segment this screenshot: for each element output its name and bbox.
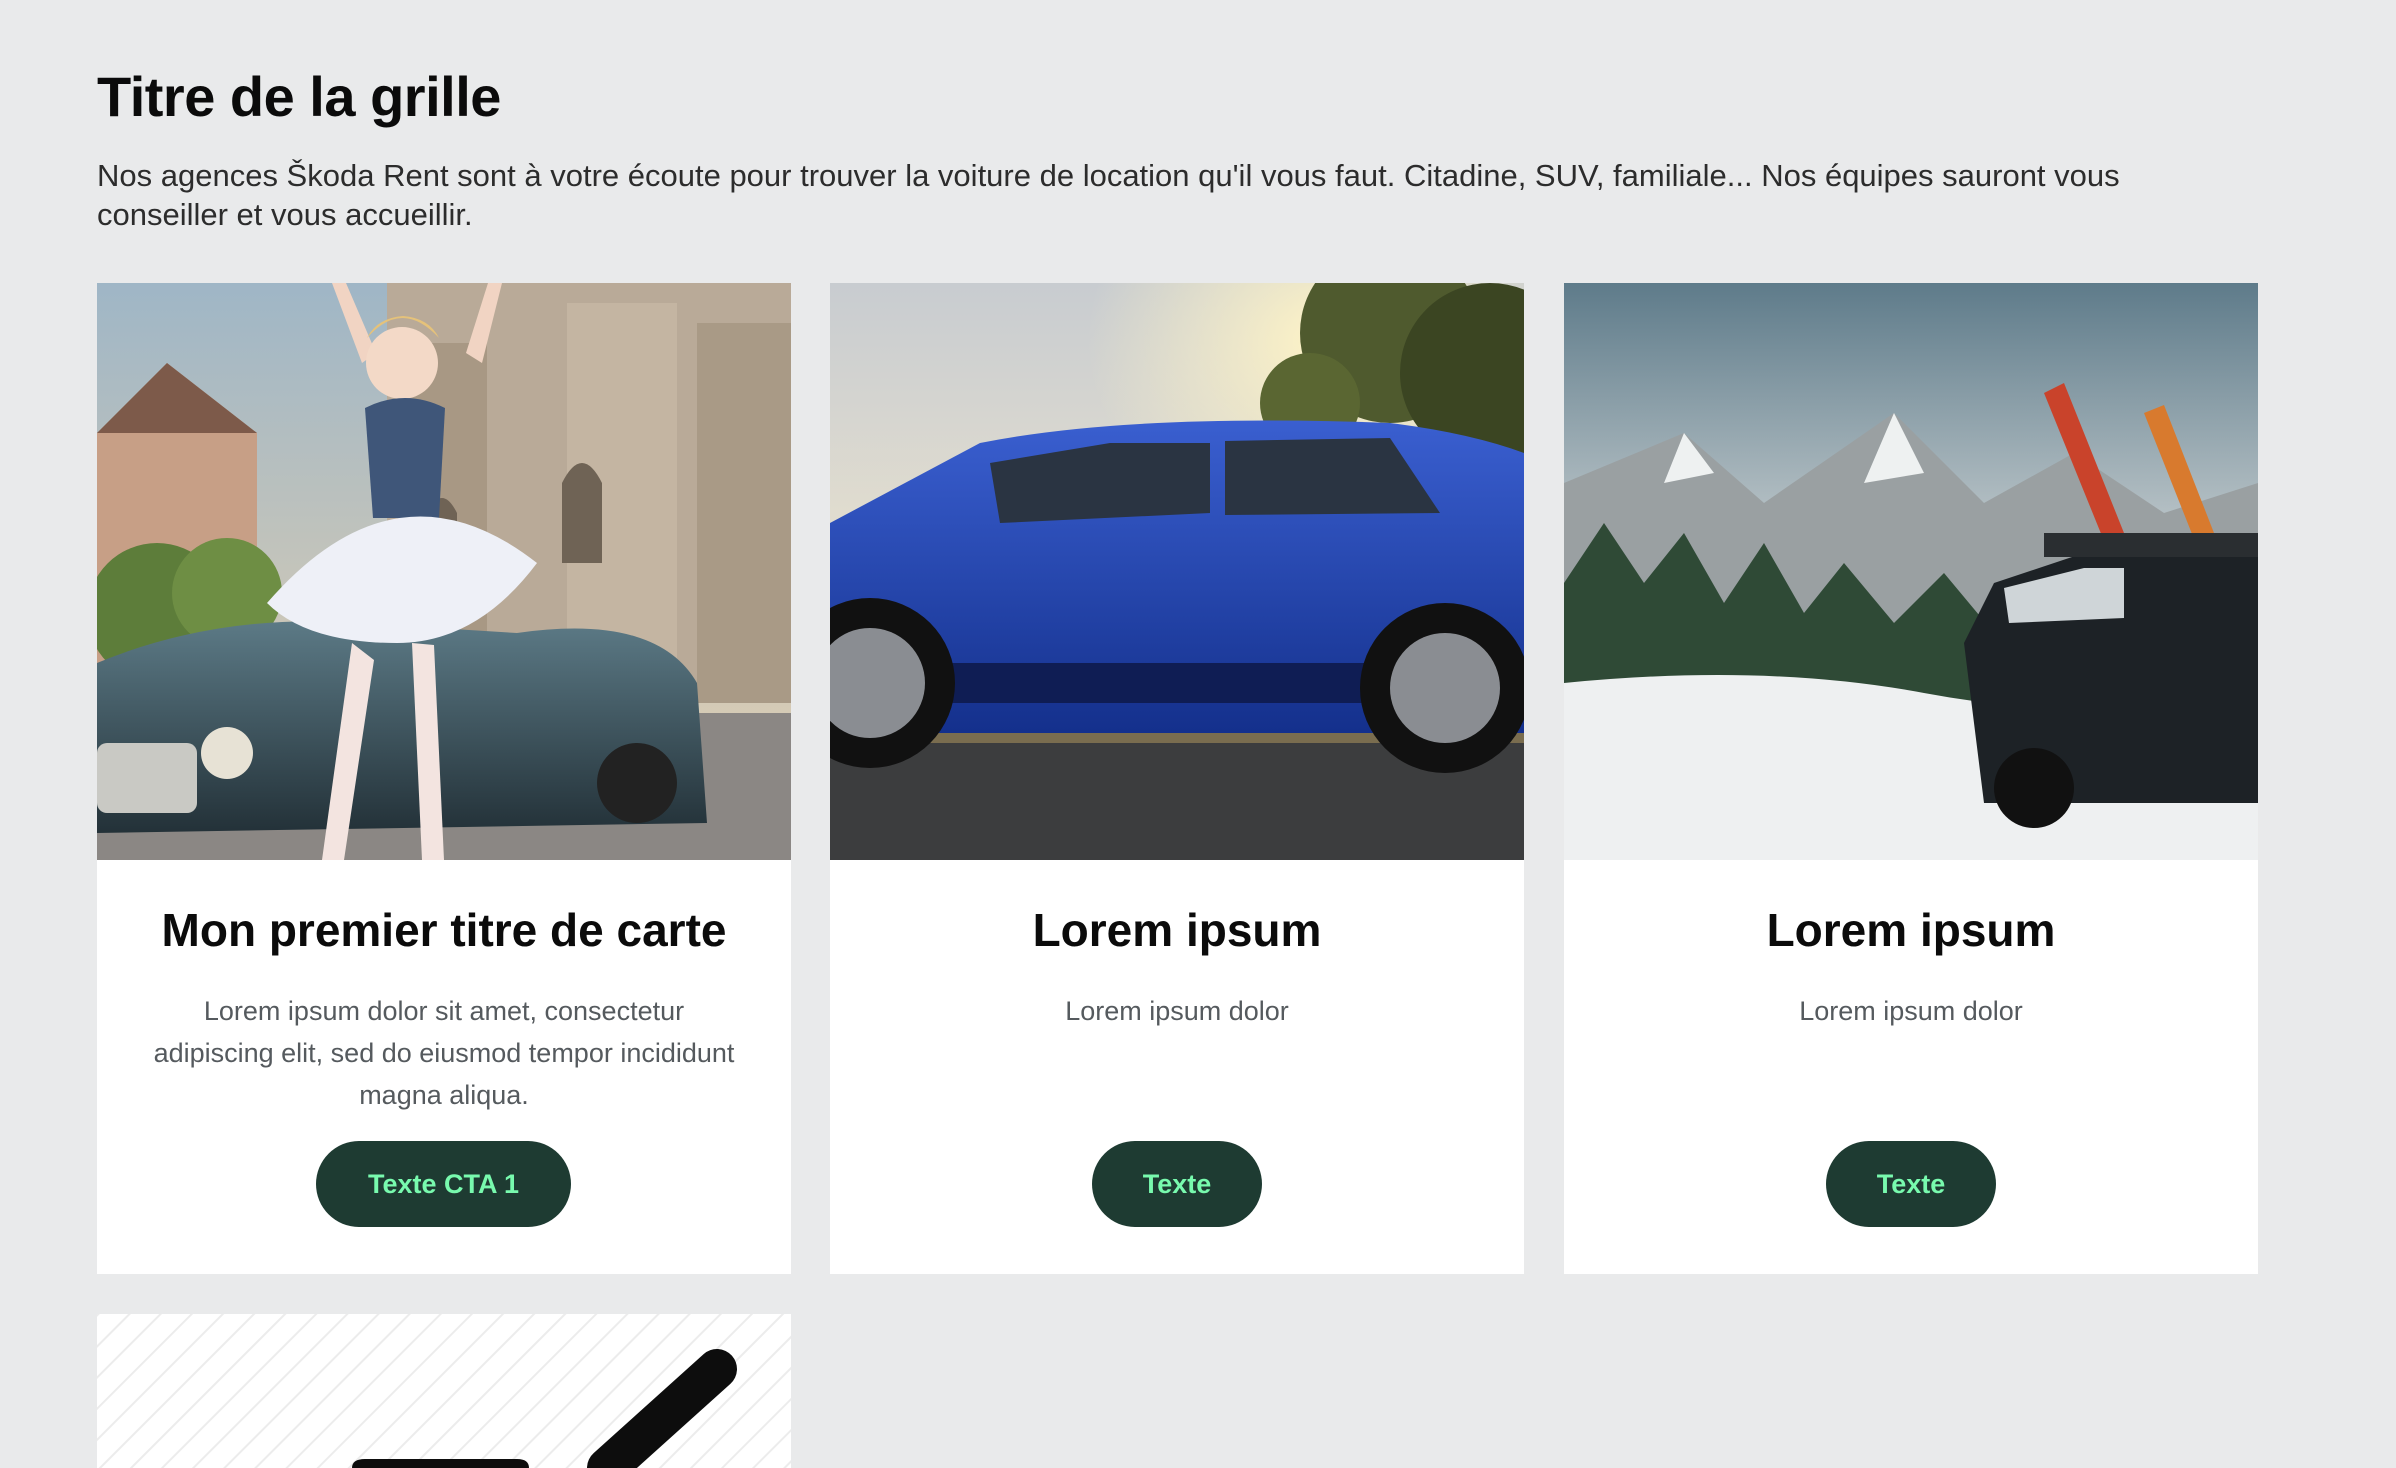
grid-title: Titre de la grille	[97, 65, 501, 128]
grid-description: Nos agences Škoda Rent sont à votre écou…	[97, 158, 2120, 232]
card-image-blue-suv	[830, 283, 1524, 860]
card: Lorem ipsum Lorem ipsum dolor Texte	[830, 283, 1524, 1274]
card-title: Mon premier titre de carte	[161, 904, 727, 956]
card-image-ballerina	[97, 283, 791, 860]
card-title: Lorem ipsum	[1766, 904, 2056, 956]
card-text: Lorem ipsum dolor	[1799, 996, 2023, 1026]
card: Mon premier titre de carte Lorem ipsum d…	[97, 283, 791, 1274]
card: Lorem ipsum Lorem ipsum dolor Texte	[1564, 283, 2258, 1274]
card-cta-button[interactable]: Texte CTA 1	[316, 1141, 571, 1227]
card-text: Lorem ipsum dolor sit amet, consectetur …	[153, 996, 735, 1110]
card-image-suv-skis-mountains	[1564, 283, 2258, 860]
card-cta-button[interactable]: Texte	[1092, 1141, 1262, 1227]
card-text: Lorem ipsum dolor	[1065, 996, 1289, 1026]
card	[97, 1314, 791, 1468]
card-cta-button[interactable]: Texte	[1826, 1141, 1996, 1227]
card-image-placeholder	[97, 1314, 791, 1468]
card-title: Lorem ipsum	[1032, 904, 1322, 956]
